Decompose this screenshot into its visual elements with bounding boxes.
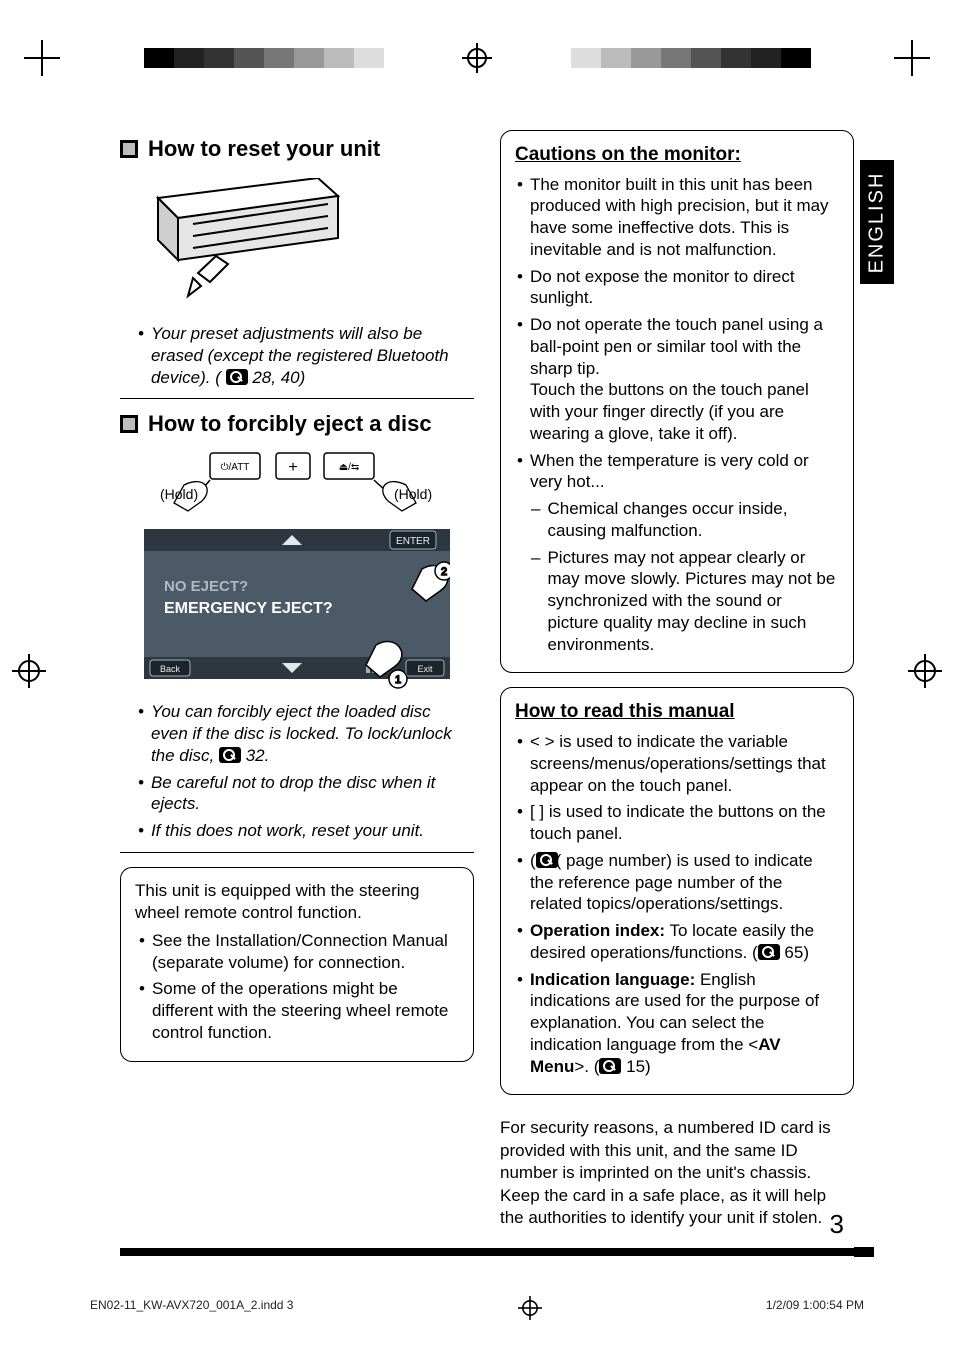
page-ref: 32. — [241, 746, 269, 765]
page-ref: 15) — [621, 1057, 650, 1076]
eject-notes: You can forcibly eject the loaded disc e… — [120, 701, 474, 842]
page-ref: 28, 40) — [248, 368, 306, 387]
btn-att-label: ⏻/ATT — [221, 462, 250, 473]
tone-bars-icon — [144, 48, 384, 68]
text: Be careful not to drop the disc when it … — [151, 772, 472, 816]
cautions-sublist: Chemical changes occur inside, causing m… — [515, 498, 839, 655]
page-ref: 65) — [780, 943, 809, 962]
text: If this does not work, reset your unit. — [151, 820, 424, 842]
list-item: When the temperature is very cold or ver… — [517, 450, 837, 494]
cautions-list: The monitor built in this unit has been … — [515, 174, 839, 494]
page-ref-icon — [599, 1058, 621, 1074]
page-ref-icon — [758, 944, 780, 960]
list-item: Operation index: To locate easily the de… — [517, 920, 837, 964]
page-ref-icon — [226, 369, 248, 385]
slug-file: EN02-11_KW-AVX720_001A_2.indd 3 — [90, 1298, 293, 1318]
exit-label: Exit — [417, 664, 433, 674]
steering-items: See the Installation/Connection Manual (… — [135, 930, 459, 1044]
text: See the Installation/Connection Manual (… — [152, 930, 457, 974]
registration-target-icon — [914, 660, 936, 682]
list-item: Do not operate the touch panel using a b… — [517, 314, 837, 445]
op-index-label: Operation index: — [530, 921, 665, 940]
svg-text:2: 2 — [441, 566, 447, 578]
list-item: Indication language: English indications… — [517, 969, 837, 1078]
registration-target-icon — [467, 48, 487, 68]
slug-timestamp: 1/2/09 1:00:54 PM — [766, 1298, 864, 1318]
howto-list: < > is used to indicate the variable scr… — [515, 731, 839, 1077]
section-title-text: How to forcibly eject a disc — [148, 411, 432, 437]
screen-line2: EMERGENCY EJECT? — [164, 600, 333, 617]
text: < > is used to indicate the variable scr… — [530, 731, 837, 796]
text: ( page number) is used to indicate the r… — [530, 851, 813, 914]
reset-note: Your preset adjustments will also be era… — [138, 323, 472, 388]
text: [ ] is used to indicate the buttons on t… — [530, 801, 837, 845]
ind-lang-label: Indication language: — [530, 970, 695, 989]
left-column: How to reset your unit Your preset adjus… — [120, 130, 474, 1232]
list-item: Chemical changes occur inside, causing m… — [531, 498, 837, 542]
crop-mark-icon — [24, 40, 60, 76]
eject-note: Be careful not to drop the disc when it … — [138, 772, 472, 816]
screen-line1: NO EJECT? — [164, 578, 248, 595]
list-item: See the Installation/Connection Manual (… — [139, 930, 457, 974]
list-item: (( page number) is used to indicate the … — [517, 850, 837, 915]
steering-box: This unit is equipped with the steering … — [120, 867, 474, 1062]
divider — [120, 852, 474, 853]
page-ref-icon — [219, 747, 241, 763]
text: Do not operate the touch panel using a b… — [530, 314, 837, 445]
text: Do not expose the monitor to direct sunl… — [530, 266, 837, 310]
list-item: < > is used to indicate the variable scr… — [517, 731, 837, 796]
cautions-title: Cautions on the monitor: — [515, 143, 839, 168]
divider — [120, 398, 474, 399]
section-title-reset: How to reset your unit — [120, 136, 474, 162]
right-column: Cautions on the monitor: The monitor bui… — [500, 130, 854, 1232]
eject-note: You can forcibly eject the loaded disc e… — [138, 701, 472, 766]
section-title-eject: How to forcibly eject a disc — [120, 411, 474, 437]
list-item: The monitor built in this unit has been … — [517, 174, 837, 261]
registration-target-icon — [522, 1300, 538, 1316]
registration-marks-top — [0, 40, 954, 76]
eject-note: If this does not work, reset your unit. — [138, 820, 472, 842]
btn-eject-label: ⏏/⇆ — [339, 462, 360, 473]
list-item: Do not expose the monitor to direct sunl… — [517, 266, 837, 310]
language-tab-label: ENGLISH — [866, 171, 889, 273]
footer-rule — [120, 1248, 854, 1256]
section-title-text: How to reset your unit — [148, 136, 380, 162]
tone-bars-icon — [571, 48, 811, 68]
howto-box: How to read this manual < > is used to i… — [500, 687, 854, 1095]
security-note: For security reasons, a numbered ID card… — [500, 1117, 854, 1229]
text: You can forcibly eject the loaded disc e… — [151, 702, 452, 765]
page-number: 3 — [830, 1209, 844, 1240]
slug-line: EN02-11_KW-AVX720_001A_2.indd 3 1/2/09 1… — [90, 1298, 864, 1318]
list-item: Pictures may not appear clearly or may m… — [531, 547, 837, 656]
section-bullet-icon — [120, 140, 138, 158]
svg-text:1: 1 — [395, 674, 401, 686]
crop-mark-icon — [894, 40, 930, 76]
text: >. ( — [574, 1057, 599, 1076]
cautions-box: Cautions on the monitor: The monitor bui… — [500, 130, 854, 673]
section-bullet-icon — [120, 415, 138, 433]
text: The monitor built in this unit has been … — [530, 174, 837, 261]
back-label: Back — [160, 664, 181, 674]
btn-plus-label: + — [288, 459, 297, 476]
howto-title: How to read this manual — [515, 700, 839, 725]
page-ref-icon — [536, 852, 558, 868]
language-tab: ENGLISH — [860, 160, 894, 284]
text: When the temperature is very cold or ver… — [530, 450, 837, 494]
eject-buttons-illustration: ⏻/ATT + ⏏/⇆ (Hold) (Hold) — [144, 445, 450, 519]
hold-label-left: (Hold) — [160, 486, 198, 502]
enter-label: ENTER — [396, 536, 430, 547]
page-content: How to reset your unit Your preset adjus… — [120, 130, 854, 1232]
registration-target-icon — [18, 660, 40, 682]
hold-label-right: (Hold) — [394, 486, 432, 502]
eject-screen-illustration: ENTER Back Exit NO EJECT? EMERGENCY EJEC… — [144, 529, 450, 689]
reset-device-illustration — [138, 178, 358, 308]
steering-lead: This unit is equipped with the steering … — [135, 880, 459, 924]
reset-notes: Your preset adjustments will also be era… — [120, 323, 474, 388]
list-item: [ ] is used to indicate the buttons on t… — [517, 801, 837, 845]
text: Some of the operations might be differen… — [152, 978, 457, 1043]
text: Chemical changes occur inside, causing m… — [547, 498, 837, 542]
text: Pictures may not appear clearly or may m… — [547, 547, 837, 656]
list-item: Some of the operations might be differen… — [139, 978, 457, 1043]
